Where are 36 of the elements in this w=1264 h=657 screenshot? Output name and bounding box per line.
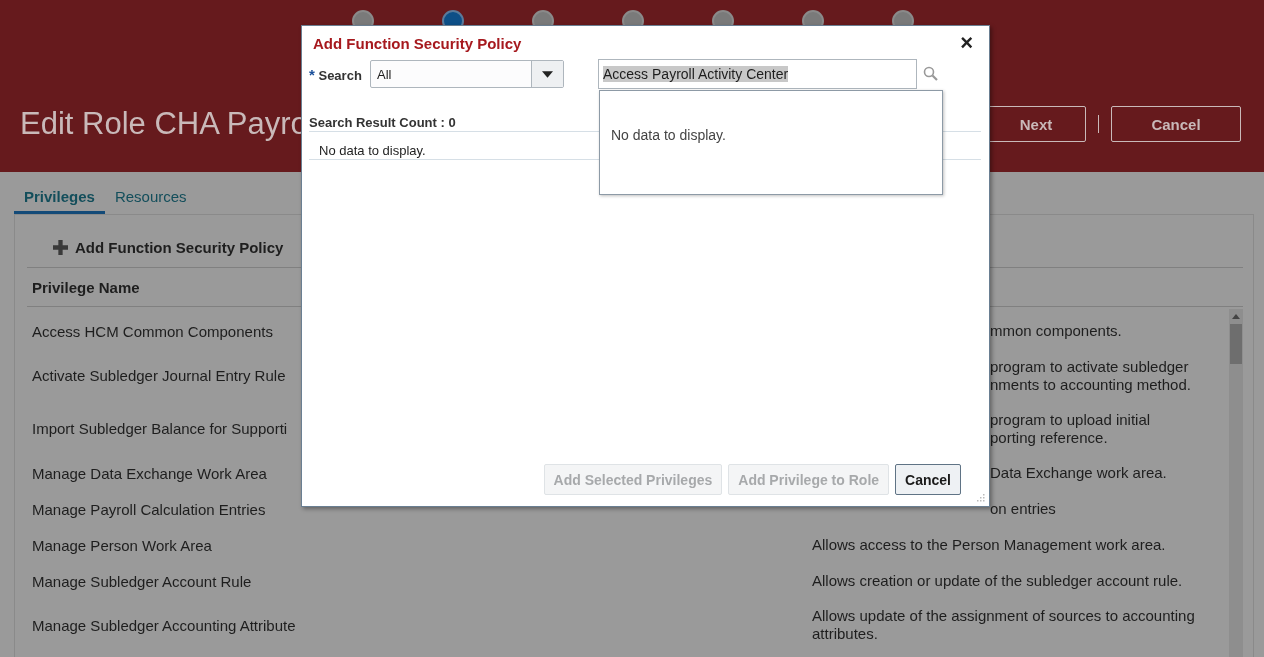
privilege-description: Allows access to the Person Management work area. [812, 536, 1166, 553]
privilege-description: Allows creation or update of the subledger account rule. [812, 572, 1183, 589]
privilege-name: Manage Subledger Accounting Attribute [32, 616, 296, 634]
privilege-name: Manage Payroll Calculation Entries [32, 500, 266, 518]
privilege-name: Import Subledger Balance for Supporti [32, 420, 288, 437]
privilege-name: Manage Data Exchange Work Area [32, 464, 267, 482]
privilege-description: program to upload initial porting reference. [990, 410, 1151, 446]
privilege-description: Allows update of the assignment of sources to accounting attributes. [812, 607, 1195, 642]
privilege-description: Data Exchange work area. [990, 464, 1167, 481]
close-button[interactable]: × [956, 32, 981, 54]
caret-icon [542, 70, 553, 78]
privilege-name: Activate Subledger Journal Entry Rule [32, 367, 286, 384]
privilege-name: Manage Subledger Account Rule [32, 572, 252, 590]
no-data-message: No data to display. [319, 143, 426, 158]
search-field[interactable]: Access Payroll Activity Center [598, 59, 917, 89]
privilege-name: Access HCM Common Components [32, 322, 273, 340]
scroll-up-icon[interactable] [1232, 314, 1240, 319]
resize-grip-icon[interactable] [975, 492, 985, 502]
add-policy-button[interactable]: Add Function Security Policy [53, 233, 284, 262]
tab[interactable]: Resources [104, 184, 197, 214]
search-label: Search [318, 67, 362, 83]
column-header: Privilege Name [32, 278, 140, 296]
search-icon[interactable] [923, 66, 939, 82]
privilege-description: on entries [990, 500, 1056, 517]
scroll-thumb[interactable] [1230, 324, 1242, 364]
search-type-dropdown[interactable]: All [370, 60, 564, 88]
cancel-button[interactable]: Cancel [1111, 106, 1241, 142]
required-mark: * [309, 65, 315, 83]
plus-icon [53, 240, 68, 255]
scrollbar[interactable] [1229, 309, 1243, 657]
dialog-title: Add Function Security Policy [312, 34, 522, 52]
privilege-description: mmon components. [990, 322, 1122, 339]
privilege-description: program to activate subledger nments to accounting method. [990, 357, 1191, 393]
tab[interactable]: Privileges [14, 184, 105, 214]
privilege-name: Manage Person Work Area [32, 536, 212, 554]
dialog-button[interactable]: Cancel [895, 464, 961, 495]
